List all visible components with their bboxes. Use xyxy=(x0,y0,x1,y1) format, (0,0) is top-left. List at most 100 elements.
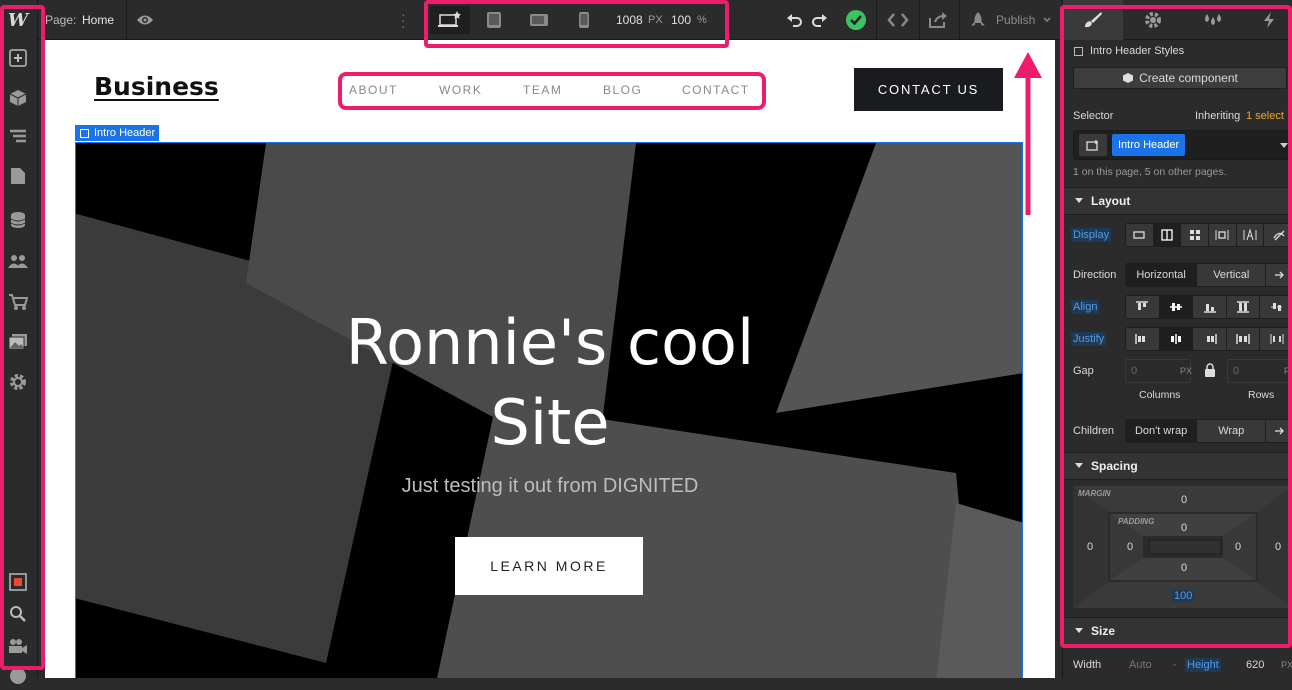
publish-button[interactable]: Publish xyxy=(960,0,1060,40)
learn-more-button[interactable]: LEARN MORE xyxy=(455,537,643,595)
saved-status-check-icon[interactable] xyxy=(846,10,866,30)
webflow-logo-icon[interactable]: W xyxy=(4,6,32,34)
contact-us-button[interactable]: CONTACT US xyxy=(854,68,1003,111)
code-export-icon[interactable] xyxy=(887,11,909,29)
tab-style-manager[interactable] xyxy=(1185,0,1241,40)
justify-center-button[interactable] xyxy=(1159,328,1194,350)
size-section-header[interactable]: Size xyxy=(1063,617,1292,645)
lock-icon[interactable] xyxy=(1204,363,1216,377)
selector-class-chip[interactable]: Intro Header xyxy=(1112,134,1186,156)
breakpoint-mobile-portrait-button[interactable] xyxy=(564,6,604,34)
padding-top-value[interactable]: 0 xyxy=(1174,522,1194,534)
current-page-name[interactable]: Home xyxy=(82,13,114,27)
height-value[interactable]: 620 xyxy=(1246,659,1264,671)
inheriting-count-link[interactable]: 1 select xyxy=(1246,110,1284,122)
display-inline-block-button[interactable] xyxy=(1209,224,1237,246)
pages-icon[interactable] xyxy=(4,162,32,190)
search-icon[interactable] xyxy=(4,600,32,628)
justify-end-button[interactable] xyxy=(1193,328,1227,350)
video-tutorials-icon[interactable] xyxy=(4,632,32,660)
gap-columns-unit[interactable]: PX xyxy=(1180,366,1192,376)
breakpoint-mobile-landscape-button[interactable] xyxy=(519,6,559,34)
nav-link-contact[interactable]: CONTACT xyxy=(682,83,750,97)
padding-right-value[interactable]: 0 xyxy=(1228,541,1248,553)
children-wrap-button[interactable]: Wrap xyxy=(1197,420,1267,442)
justify-start-button[interactable] xyxy=(1126,328,1160,350)
justify-center-icon xyxy=(1170,334,1181,344)
gap-columns-input[interactable]: 0 PX xyxy=(1125,359,1192,383)
designer-canvas[interactable]: Business ABOUT WORK TEAM BLOG CONTACT CO… xyxy=(45,40,1055,678)
hero-subtitle[interactable]: Just testing it out from DIGNITED xyxy=(76,475,1022,498)
navigator-icon[interactable] xyxy=(4,122,32,150)
more-vertical-icon[interactable]: · · · xyxy=(401,7,407,33)
direction-horizontal-button[interactable]: Horizontal xyxy=(1126,264,1198,286)
share-icon[interactable] xyxy=(928,11,948,29)
hero-title[interactable]: Ronnie's cool Site xyxy=(76,303,1022,463)
display-block-button[interactable] xyxy=(1126,224,1154,246)
nav-link-team[interactable]: TEAM xyxy=(523,83,562,97)
align-stretch-button[interactable] xyxy=(1226,296,1261,318)
align-baseline-button[interactable] xyxy=(1260,296,1292,318)
padding-left-value[interactable]: 0 xyxy=(1120,541,1140,553)
children-wrap-reverse-button[interactable] xyxy=(1266,420,1292,442)
redo-icon[interactable] xyxy=(810,11,828,29)
settings-gear-icon[interactable] xyxy=(4,368,32,396)
breakpoint-desktop-button[interactable] xyxy=(430,6,470,34)
gap-rows-input[interactable]: 0 P xyxy=(1227,359,1292,383)
cms-database-icon[interactable] xyxy=(4,206,32,234)
children-nowrap-button[interactable]: Don't wrap xyxy=(1126,420,1198,442)
components-cube-icon[interactable] xyxy=(4,84,32,112)
tab-settings[interactable] xyxy=(1125,0,1181,40)
display-flex-button[interactable] xyxy=(1153,224,1182,246)
nav-link-about[interactable]: ABOUT xyxy=(349,83,398,97)
selected-element-tag[interactable]: Intro Header xyxy=(75,125,160,141)
ecommerce-cart-icon[interactable] xyxy=(4,288,32,316)
layout-section-header[interactable]: Layout xyxy=(1063,187,1292,215)
canvas-zoom-value[interactable]: 100 xyxy=(671,13,691,27)
audit-panel-icon[interactable] xyxy=(4,568,32,596)
align-end-button[interactable] xyxy=(1193,296,1227,318)
justify-space-around-button[interactable] xyxy=(1260,328,1292,350)
spacing-section-header[interactable]: Spacing xyxy=(1063,452,1292,480)
width-value[interactable]: Auto xyxy=(1129,659,1152,671)
nav-link-blog[interactable]: BLOG xyxy=(603,83,642,97)
tab-style[interactable] xyxy=(1063,0,1123,40)
align-label[interactable]: Align xyxy=(1071,300,1100,314)
direction-vertical-button[interactable]: Vertical xyxy=(1197,264,1267,286)
breakpoint-tablet-button[interactable] xyxy=(474,6,514,34)
selector-field[interactable]: Intro Header xyxy=(1073,130,1292,160)
preview-eye-icon[interactable] xyxy=(135,11,155,29)
justify-label[interactable]: Justify xyxy=(1071,332,1107,346)
help-icon[interactable] xyxy=(4,662,32,690)
align-start-button[interactable] xyxy=(1126,296,1160,318)
tab-interactions[interactable] xyxy=(1245,0,1292,40)
display-none-button[interactable] xyxy=(1264,224,1292,246)
display-label[interactable]: Display xyxy=(1071,228,1112,242)
site-logo[interactable]: Business xyxy=(94,72,219,101)
display-inline-button[interactable] xyxy=(1236,224,1265,246)
direction-reverse-button[interactable] xyxy=(1266,264,1292,286)
intro-header-section[interactable]: Ronnie's cool Site Just testing it out f… xyxy=(75,142,1023,678)
assets-image-icon[interactable] xyxy=(4,328,32,356)
selector-type-button[interactable] xyxy=(1079,134,1107,156)
undo-icon[interactable] xyxy=(786,11,804,29)
divider xyxy=(919,0,920,40)
margin-bottom-value[interactable]: 100 xyxy=(1172,590,1195,602)
justify-space-between-button[interactable] xyxy=(1226,328,1261,350)
padding-bottom-value[interactable]: 0 xyxy=(1174,562,1194,574)
margin-left-value[interactable]: 0 xyxy=(1080,541,1100,553)
nav-link-work[interactable]: WORK xyxy=(439,83,482,97)
add-panel-icon[interactable] xyxy=(4,44,32,72)
margin-top-value[interactable]: 0 xyxy=(1174,494,1194,506)
margin-right-value[interactable]: 0 xyxy=(1268,541,1288,553)
styles-checkbox[interactable] xyxy=(1074,47,1083,56)
chevron-down-icon[interactable] xyxy=(1280,143,1288,148)
gap-rows-unit[interactable]: P xyxy=(1284,366,1290,376)
height-unit[interactable]: PX xyxy=(1281,660,1292,670)
height-label[interactable]: Height xyxy=(1185,658,1221,672)
display-grid-button[interactable] xyxy=(1181,224,1210,246)
canvas-width-value[interactable]: 1008 xyxy=(616,13,643,27)
users-icon[interactable] xyxy=(4,248,32,276)
create-component-button[interactable]: Create component xyxy=(1073,67,1287,89)
align-center-button[interactable] xyxy=(1159,296,1194,318)
